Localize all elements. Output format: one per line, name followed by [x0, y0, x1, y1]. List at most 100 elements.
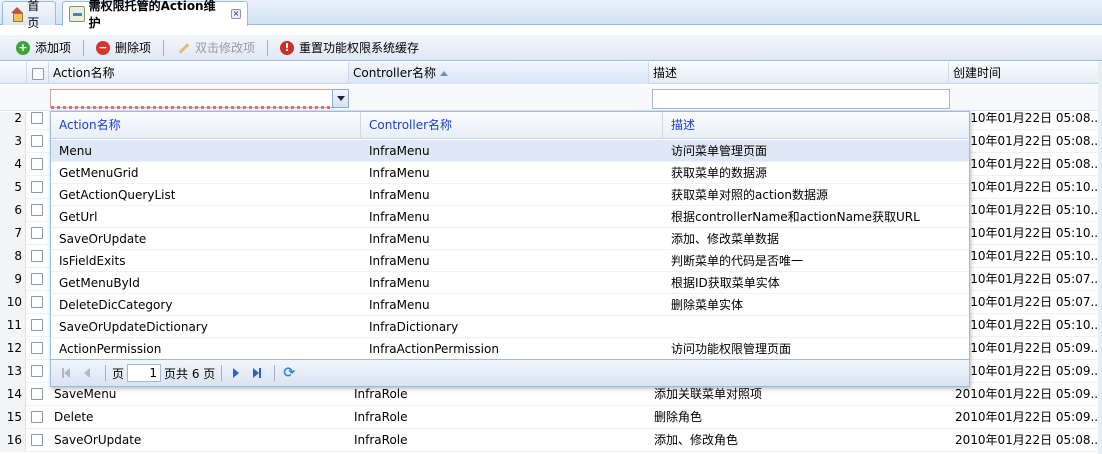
popup-column-action[interactable]: Action名称: [51, 112, 361, 139]
next-page-icon[interactable]: [228, 365, 244, 381]
action-combo-input[interactable]: [50, 89, 334, 109]
popup-cell-action: GetMenuById: [59, 276, 140, 290]
alert-icon: !: [280, 40, 295, 55]
tab-action-maintenance[interactable]: 需权限托管的Action维护 ×: [62, 0, 248, 30]
toolbar-separator: [267, 39, 269, 56]
row-checkbox[interactable]: [31, 434, 43, 446]
popup-list-item[interactable]: IsFieldExits InfraMenu 判断菜单的代码是否唯一: [51, 250, 969, 272]
popup-list-item[interactable]: ActionPermission InfraActionPermission 访问功…: [51, 338, 969, 360]
first-page-icon[interactable]: [59, 365, 75, 381]
popup-cell-description: 访问菜单管理页面: [671, 144, 768, 158]
row-number: 2: [0, 112, 26, 130]
column-header-created-time[interactable]: 创建时间: [949, 62, 1102, 84]
cell-created-time: 2010年01月22日 05:10...: [955, 226, 1102, 240]
cell-created-time: 2010年01月22日 05:08...: [955, 112, 1102, 125]
popup-list-item[interactable]: Menu InfraMenu 访问菜单管理页面: [51, 140, 969, 162]
select-all-cell: [27, 62, 49, 84]
popup-cell-controller: InfraActionPermission: [369, 342, 499, 356]
popup-cell-controller: InfraMenu: [369, 298, 430, 312]
edit-button[interactable]: 双击修改项: [172, 37, 259, 59]
pencil-icon: [176, 41, 190, 55]
popup-list-item[interactable]: GetMenuGrid InfraMenu 获取菜单的数据源: [51, 162, 969, 184]
row-number: 10: [0, 291, 26, 314]
row-checkbox[interactable]: [31, 135, 43, 147]
cell-created-time: 2010年01月22日 05:10...: [955, 249, 1102, 263]
edit-button-label: 双击修改项: [195, 41, 256, 55]
grid-scrollbar[interactable]: [1098, 62, 1102, 454]
last-page-icon[interactable]: [248, 365, 264, 381]
description-filter-input[interactable]: [652, 89, 950, 109]
column-header-action[interactable]: Action名称: [49, 62, 349, 84]
toolbar-separator: [163, 39, 165, 56]
combo-dropdown-trigger[interactable]: [332, 89, 349, 108]
toolbar: + 添加项 − 删除项 双击修改项 ! 重置功能权限系统缓存: [0, 35, 1102, 61]
popup-list-item[interactable]: DeleteDicCategory InfraMenu 删除菜单实体: [51, 294, 969, 316]
rownumber-header: [0, 62, 27, 84]
popup-column-description[interactable]: 描述: [663, 112, 969, 139]
tab-home[interactable]: 首页: [2, 0, 56, 30]
page-total-label: 页共 6 页: [164, 366, 216, 381]
row-checkbox[interactable]: [31, 296, 43, 308]
table-row[interactable]: 16 SaveOrUpdate InfraRole 添加、修改角色 2010年01月22…: [0, 429, 1102, 452]
row-checkbox[interactable]: [31, 388, 43, 400]
row-checkbox[interactable]: [31, 204, 43, 216]
delete-button[interactable]: − 删除项: [92, 37, 155, 59]
row-number: 6: [0, 199, 26, 222]
popup-column-controller[interactable]: Controller名称: [361, 112, 663, 139]
popup-cell-description: 获取菜单对照的action数据源: [671, 188, 828, 202]
page-number-input[interactable]: 1: [127, 364, 162, 382]
row-checkbox[interactable]: [31, 181, 43, 193]
popup-cell-action: DeleteDicCategory: [59, 298, 173, 312]
cell-controller: InfraRole: [354, 410, 408, 424]
cell-created-time: 2010年01月22日 05:09...: [955, 387, 1102, 401]
cell-created-time: 2010年01月22日 05:09...: [955, 341, 1102, 355]
tab-home-label: 首页: [27, 0, 40, 30]
table-row[interactable]: 15 Delete InfraRole 删除角色 2010年01月22日 05:09..…: [0, 406, 1102, 429]
row-checkbox[interactable]: [31, 342, 43, 354]
previous-page-icon[interactable]: [79, 365, 95, 381]
popup-cell-description: 根据ID获取菜单实体: [671, 276, 780, 290]
delete-button-label: 删除项: [115, 41, 152, 55]
refresh-icon[interactable]: ⟳: [281, 365, 297, 381]
row-checkbox[interactable]: [31, 250, 43, 262]
popup-cell-action: SaveOrUpdate: [59, 232, 147, 246]
select-all-checkbox[interactable]: [32, 67, 44, 80]
popup-cell-action: Menu: [59, 144, 92, 158]
popup-cell-description: 删除菜单实体: [671, 298, 744, 312]
row-number: 5: [0, 176, 26, 199]
column-header-description[interactable]: 描述: [649, 62, 949, 84]
row-checkbox[interactable]: [31, 112, 43, 124]
cell-created-time: 2010年01月22日 05:10...: [955, 318, 1102, 332]
popup-list-item[interactable]: GetActionQueryList InfraMenu 获取菜单对照的action…: [51, 184, 969, 206]
row-checkbox[interactable]: [31, 365, 43, 377]
row-number: 13: [0, 360, 26, 383]
row-number: 16: [0, 429, 26, 452]
row-checkbox[interactable]: [31, 319, 43, 331]
row-checkbox[interactable]: [31, 273, 43, 285]
column-header-controller[interactable]: Controller名称: [349, 62, 649, 84]
popup-cell-action: GetUrl: [59, 210, 98, 224]
popup-cell-controller: InfraMenu: [369, 166, 430, 180]
popup-list-item[interactable]: SaveOrUpdateDictionary InfraDictionary: [51, 316, 969, 338]
close-icon[interactable]: ×: [231, 9, 241, 19]
add-icon: +: [16, 40, 30, 55]
cell-controller: InfraRole: [354, 433, 408, 447]
row-checkbox[interactable]: [31, 227, 43, 239]
reset-cache-button-label: 重置功能权限系统缓存: [299, 41, 420, 55]
row-number: 4: [0, 153, 26, 176]
popup-list-item[interactable]: GetMenuById InfraMenu 根据ID获取菜单实体: [51, 272, 969, 294]
reset-cache-button[interactable]: ! 重置功能权限系统缓存: [276, 37, 423, 59]
popup-list-item[interactable]: GetUrl InfraMenu 根据controllerName和actionNa…: [51, 206, 969, 228]
home-icon: [9, 6, 24, 22]
popup-list-item[interactable]: SaveOrUpdate InfraMenu 添加、修改菜单数据: [51, 228, 969, 250]
sort-asc-icon: [440, 71, 449, 76]
row-checkbox[interactable]: [31, 158, 43, 170]
cell-created-time: 2010年01月22日 05:09...: [955, 364, 1102, 378]
grid-header: Action名称 Controller名称 描述 创建时间: [0, 62, 1102, 84]
row-checkbox[interactable]: [31, 411, 43, 423]
popup-pager: 页 1 页共 6 页 ⟳: [51, 359, 969, 386]
add-button[interactable]: + 添加项: [12, 37, 75, 59]
popup-cell-description: 根据controllerName和actionName获取URL: [671, 210, 920, 224]
cell-created-time: 2010年01月22日 05:10...: [955, 203, 1102, 217]
popup-cell-controller: InfraMenu: [369, 188, 430, 202]
